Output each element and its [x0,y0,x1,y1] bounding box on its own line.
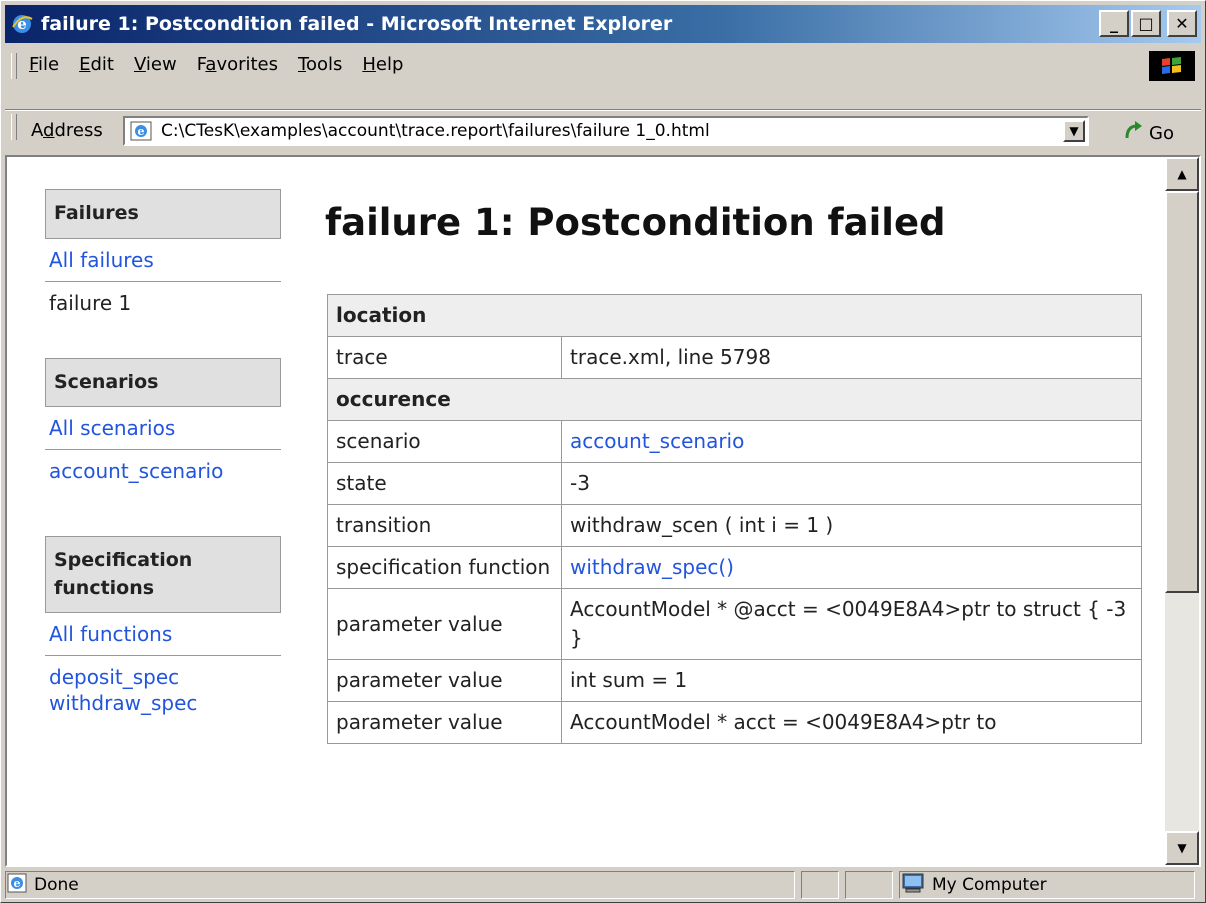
row-value: AccountModel * acct = <0049E8A4>ptr to [561,701,1142,744]
address-label: Address [31,120,103,141]
toolbar-grip[interactable] [11,53,17,79]
browser-window: e failure 1: Postcondition failed - Micr… [0,0,1206,903]
zone-label: My Computer [932,875,1047,895]
address-bar: Address e C:\CTesK\examples\account\trac… [5,109,1201,152]
menu-help[interactable]: Help [352,49,413,81]
sidebar: Failures All failures failure 1 Scenario… [45,189,281,724]
sidebar-heading-scenarios: Scenarios [45,357,281,408]
table-row: trace trace.xml, line 5798 [327,336,1142,379]
menu-items: File Edit View Favorites Tools Help [19,49,413,81]
row-key: specification function [327,546,562,589]
title-bar[interactable]: e failure 1: Postcondition failed - Micr… [5,5,1201,43]
address-grip[interactable] [11,114,17,140]
status-bar: e Done My Computer [5,869,1201,901]
menu-edit[interactable]: Edit [69,49,124,81]
link-all-scenarios[interactable]: All scenarios [45,407,281,449]
scroll-up-button[interactable]: ▲ [1165,157,1199,191]
row-value: withdraw_scen ( int i = 1 ) [561,504,1142,547]
row-key: parameter value [327,659,562,702]
page-content: Failures All failures failure 1 Scenario… [7,157,1165,865]
table-row: parameter value AccountModel * @acct = <… [327,588,1142,660]
link-withdraw-spec[interactable]: withdraw_spec [45,690,281,724]
row-value: trace.xml, line 5798 [561,336,1142,379]
ie-logo-icon: e [9,11,35,37]
address-input[interactable]: e C:\CTesK\examples\account\trace.report… [123,116,1089,146]
row-key: transition [327,504,562,547]
row-value: AccountModel * @acct = <0049E8A4>ptr to … [561,588,1142,660]
scenario-link[interactable]: account_scenario [561,420,1142,463]
section-header-location: location [327,294,1142,337]
address-dropdown-button[interactable]: ▼ [1063,120,1085,142]
row-key: parameter value [327,701,562,744]
failure-details-table: location trace trace.xml, line 5798 occu… [327,294,1142,744]
section-header-occurence: occurence [327,378,1142,421]
page-title: failure 1: Postcondition failed [325,201,946,244]
table-row: state -3 [327,462,1142,505]
link-all-failures[interactable]: All failures [45,239,281,281]
link-all-functions[interactable]: All functions [45,613,281,655]
table-row: occurence [327,378,1142,421]
close-button[interactable]: ✕ [1167,10,1197,37]
row-key: scenario [327,420,562,463]
row-key: trace [327,336,562,379]
go-label: Go [1149,123,1174,144]
table-row: parameter value int sum = 1 [327,659,1142,702]
vertical-scrollbar[interactable]: ▲ ▼ [1165,157,1199,865]
svg-text:e: e [14,877,21,890]
menu-favorites[interactable]: Favorites [187,49,288,81]
table-row: specification function withdraw_spec() [327,546,1142,589]
address-url: C:\CTesK\examples\account\trace.report\f… [161,121,710,141]
page-icon: e [129,119,153,143]
sidebar-heading-functions: Specification functions [45,536,281,614]
link-account-scenario[interactable]: account_scenario [45,450,281,492]
row-key: parameter value [327,588,562,660]
page-done-icon: e [6,872,28,898]
status-cell [801,871,839,899]
minimize-button[interactable]: _ [1099,10,1129,37]
row-key: state [327,462,562,505]
windows-flag-icon [1149,51,1195,81]
sidebar-heading-failures: Failures [45,189,281,239]
menu-bar: File Edit View Favorites Tools Help [5,49,1201,107]
go-button[interactable]: Go [1123,120,1174,147]
status-cell [845,871,893,899]
status-text: Done [34,875,79,895]
window-controls: _ □ ✕ [1099,10,1197,37]
row-value: -3 [561,462,1142,505]
window-title: failure 1: Postcondition failed - Micros… [41,13,673,35]
sidebar-current-failure: failure 1 [49,290,132,315]
maximize-button[interactable]: □ [1131,10,1161,37]
menu-file[interactable]: File [19,49,69,81]
table-row: scenario account_scenario [327,420,1142,463]
spec-function-link[interactable]: withdraw_spec() [561,546,1142,589]
table-row: parameter value AccountModel * acct = <0… [327,701,1142,744]
scroll-down-button[interactable]: ▼ [1165,831,1199,865]
go-arrow-icon [1123,120,1145,147]
my-computer-icon [900,872,926,898]
link-deposit-spec[interactable]: deposit_spec [45,656,281,690]
table-row: transition withdraw_scen ( int i = 1 ) [327,504,1142,547]
security-zone: My Computer [899,871,1195,899]
menu-view[interactable]: View [124,49,187,81]
page-viewport: Failures All failures failure 1 Scenario… [5,155,1201,867]
table-row: location [327,294,1142,337]
scroll-thumb[interactable] [1165,191,1199,593]
row-value: int sum = 1 [561,659,1142,702]
svg-text:e: e [138,125,145,138]
menu-tools[interactable]: Tools [288,49,352,81]
status-panel: e Done [5,871,795,899]
